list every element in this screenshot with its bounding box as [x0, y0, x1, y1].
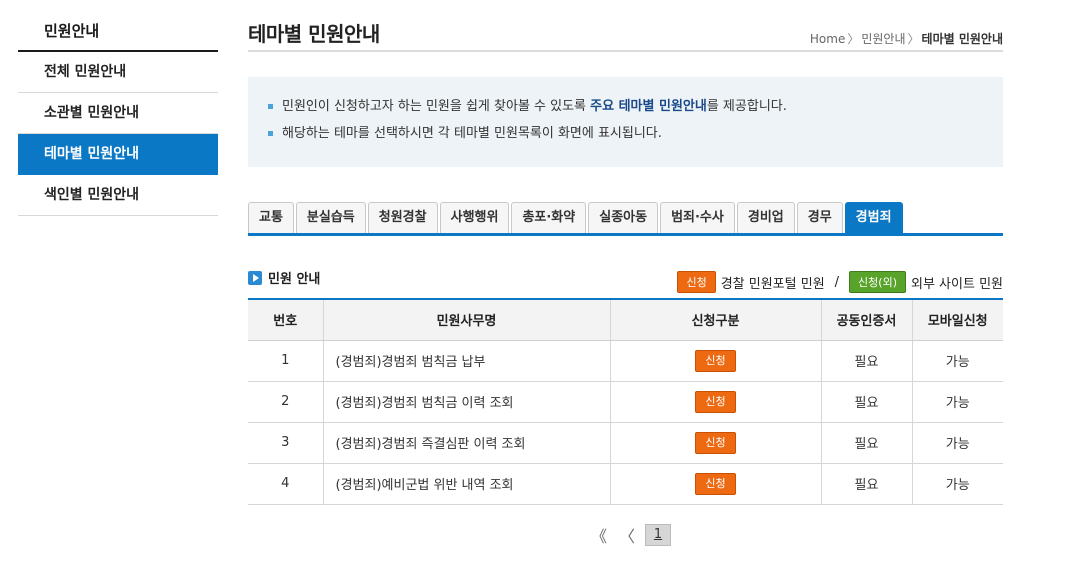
sidebar: 민원안내 전체 민원안내 소관별 민원안내 테마별 민원안내 색인별 민원안내	[18, 12, 218, 216]
first-page-icon[interactable]: 《	[585, 523, 613, 547]
info-text: 해당하는 테마를 선택하시면 각 테마별 민원목록이 화면에 표시됩니다.	[282, 126, 662, 141]
row-mobile: 가능	[911, 340, 1003, 382]
section-heading: 민원 안내	[248, 268, 320, 287]
legend-portal-text: 경찰 민원포털 민원	[720, 276, 825, 292]
info-highlight: 주요 테마별 민원안내	[590, 99, 707, 114]
table-row: 2 (경범죄)경범죄 범칙금 이력 조회 신청 필요 가능	[248, 381, 1003, 423]
column-header-certificate: 공동인증서	[820, 298, 912, 341]
prev-page-icon[interactable]: 〈	[613, 523, 641, 547]
tab-petition-police[interactable]: 청원경찰	[367, 202, 438, 233]
apply-button[interactable]: 신청	[695, 472, 736, 495]
column-header-apply-type: 신청구분	[609, 298, 821, 341]
info-line-2: 해당하는 테마를 선택하시면 각 테마별 민원목록이 화면에 표시됩니다.	[268, 124, 1003, 151]
row-certificate: 필요	[820, 340, 912, 382]
page-number-current[interactable]: 1	[645, 524, 671, 546]
legend: 신청 경찰 민원포털 민원 / 신청(외) 외부 사이트 민원	[677, 271, 1003, 293]
legend-external-text: 외부 사이트 민원	[911, 276, 1003, 292]
row-number: 1	[248, 340, 323, 382]
info-line-1: 민원인이 신청하고자 하는 민원을 쉽게 찾아볼 수 있도록 주요 테마별 민원…	[268, 97, 1003, 124]
table-header-row: 번호 민원사무명 신청구분 공동인증서 모바일신청	[248, 298, 1003, 341]
breadcrumb-separator: 〉	[847, 32, 860, 46]
table-row: 4 (경범죄)예비군법 위반 내역 조회 신청 필요 가능	[248, 463, 1003, 505]
row-certificate: 필요	[820, 381, 912, 423]
row-number: 3	[248, 422, 323, 464]
sidebar-item-by-department[interactable]: 소관별 민원안내	[18, 93, 218, 134]
pagination: 《 〈 1	[585, 523, 671, 547]
row-apply-cell: 신청	[609, 340, 821, 382]
tab-security-business[interactable]: 경비업	[736, 202, 795, 233]
civil-affairs-table: 번호 민원사무명 신청구분 공동인증서 모바일신청 1 (경범죄)경범죄 범칙금…	[248, 298, 1003, 505]
apply-button[interactable]: 신청	[695, 431, 736, 454]
row-apply-cell: 신청	[609, 463, 821, 505]
row-certificate: 필요	[820, 463, 912, 505]
header-divider	[248, 50, 1003, 52]
tab-crime-investigation[interactable]: 범죄·수사	[660, 202, 735, 233]
legend-apply-badge: 신청	[677, 271, 716, 293]
bullet-icon	[268, 131, 273, 136]
legend-external-badge: 신청(외)	[849, 271, 906, 293]
breadcrumb: Home 〉 민원안내 〉 테마별 민원안내	[810, 30, 1003, 47]
breadcrumb-civil-guide[interactable]: 민원안내	[861, 32, 905, 46]
tab-speculative-acts[interactable]: 사행행위	[439, 202, 510, 233]
table-row: 3 (경범죄)경범죄 즉결심판 이력 조회 신청 필요 가능	[248, 422, 1003, 464]
breadcrumb-home[interactable]: Home	[810, 32, 845, 46]
info-text: 민원인이 신청하고자 하는 민원을 쉽게 찾아볼 수 있도록	[282, 99, 591, 114]
row-number: 4	[248, 463, 323, 505]
sidebar-title: 민원안내	[18, 12, 218, 52]
info-text: 를 제공합니다.	[706, 99, 787, 114]
table-row: 1 (경범죄)경범죄 범칙금 납부 신청 필요 가능	[248, 340, 1003, 382]
tab-minor-offense[interactable]: 경범죄	[844, 202, 903, 233]
tab-police-admin[interactable]: 경무	[796, 202, 843, 233]
info-box: 민원인이 신청하고자 하는 민원을 쉽게 찾아볼 수 있도록 주요 테마별 민원…	[248, 77, 1003, 167]
sidebar-item-by-index[interactable]: 색인별 민원안내	[18, 175, 218, 216]
breadcrumb-separator: 〉	[907, 32, 920, 46]
row-certificate: 필요	[820, 422, 912, 464]
row-apply-cell: 신청	[609, 381, 821, 423]
sidebar-item-by-theme[interactable]: 테마별 민원안내	[18, 134, 218, 175]
column-header-name: 민원사무명	[322, 298, 610, 341]
breadcrumb-current: 테마별 민원안내	[921, 32, 1003, 46]
tab-lost-found[interactable]: 분실습득	[295, 202, 366, 233]
row-service-name: (경범죄)경범죄 범칙금 납부	[322, 340, 610, 382]
column-header-mobile: 모바일신청	[911, 298, 1003, 341]
bullet-icon	[268, 104, 273, 109]
row-apply-cell: 신청	[609, 422, 821, 464]
apply-button[interactable]: 신청	[695, 349, 736, 372]
row-mobile: 가능	[911, 381, 1003, 423]
tab-traffic[interactable]: 교통	[248, 202, 294, 233]
row-service-name: (경범죄)예비군법 위반 내역 조회	[322, 463, 610, 505]
sidebar-item-all[interactable]: 전체 민원안내	[18, 52, 218, 93]
row-mobile: 가능	[911, 463, 1003, 505]
tab-missing-children[interactable]: 실종아동	[588, 202, 659, 233]
play-icon	[248, 270, 262, 285]
row-mobile: 가능	[911, 422, 1003, 464]
tab-firearms[interactable]: 총포·화약	[511, 202, 587, 233]
page-title: 테마별 민원안내	[248, 22, 380, 46]
column-header-number: 번호	[248, 298, 323, 341]
row-service-name: (경범죄)경범죄 즉결심판 이력 조회	[322, 422, 610, 464]
section-title: 민원 안내	[268, 272, 321, 287]
theme-tabs: 교통 분실습득 청원경찰 사행행위 총포·화약 실종아동 범죄·수사 경비업 경…	[248, 202, 1003, 236]
row-number: 2	[248, 381, 323, 423]
row-service-name: (경범죄)경범죄 범칙금 이력 조회	[322, 381, 610, 423]
apply-button[interactable]: 신청	[695, 390, 736, 413]
legend-slash: /	[834, 274, 840, 290]
